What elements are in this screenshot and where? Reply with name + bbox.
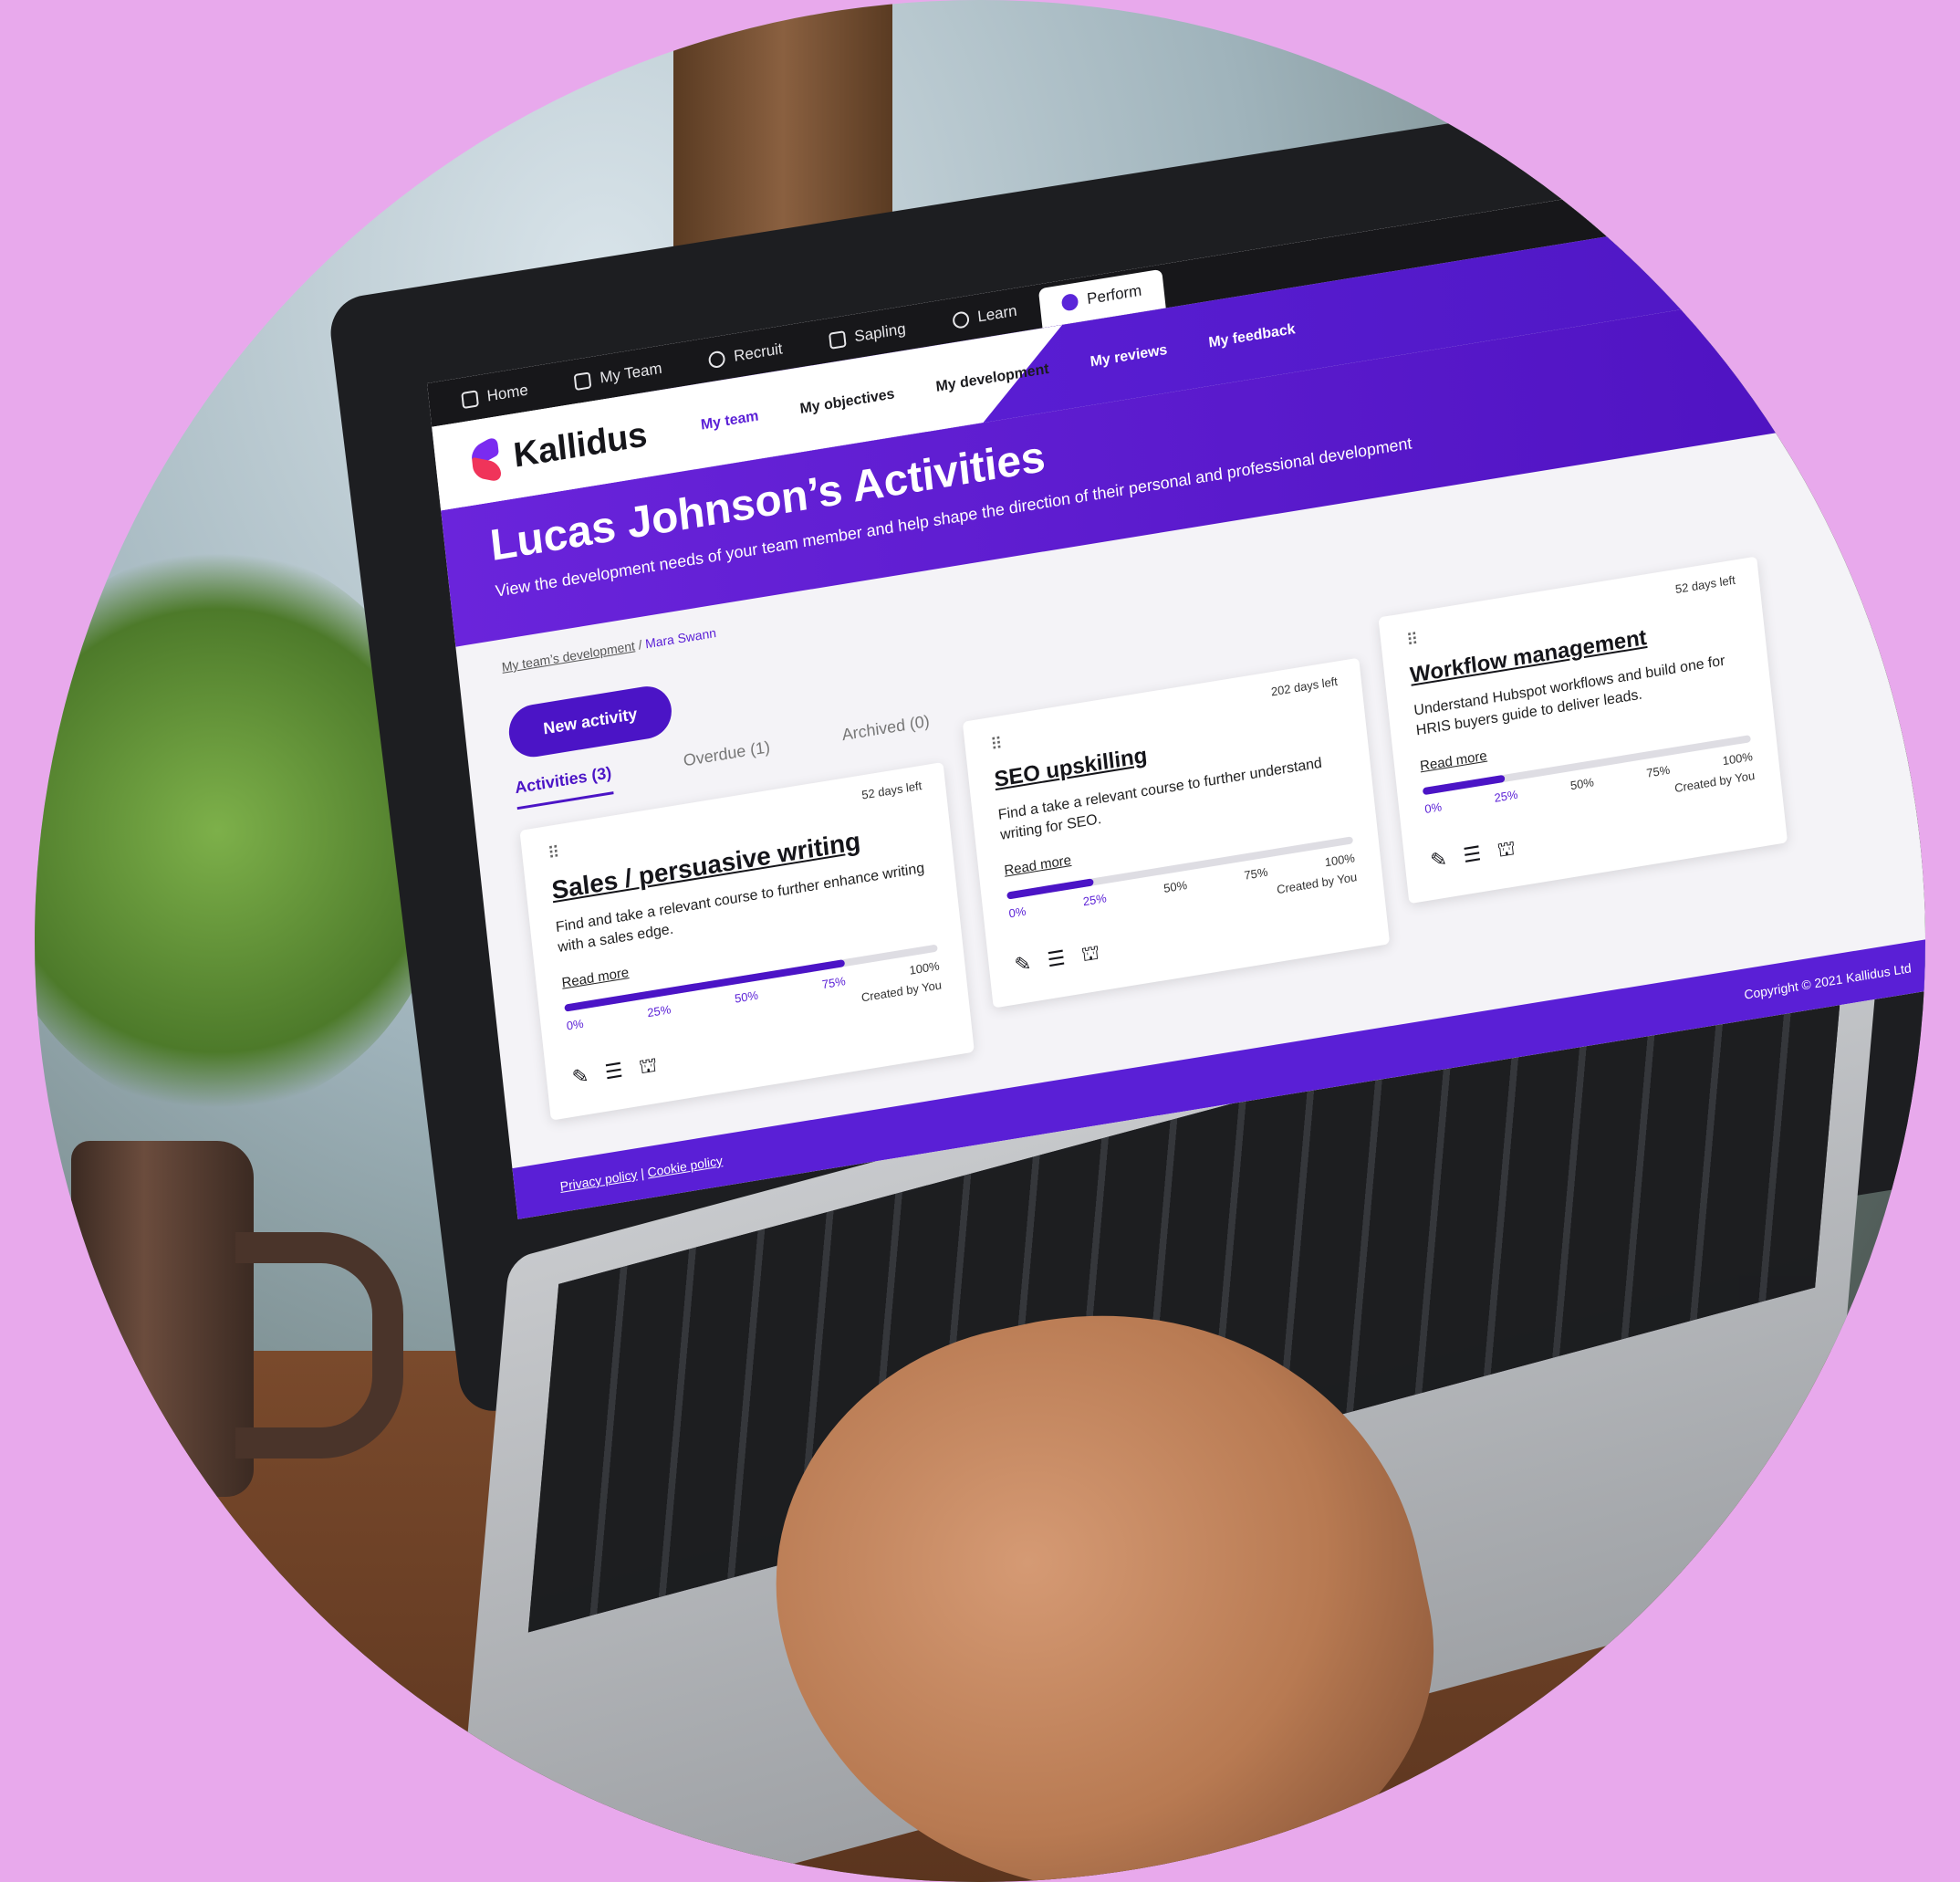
activity-card[interactable]: 52 days left ⠿ Workflow management Under…	[1378, 556, 1788, 904]
graduation-cap-icon[interactable]: ⛫	[1496, 836, 1517, 865]
team-icon	[574, 371, 592, 392]
tick-label: 50%	[1569, 774, 1595, 793]
tick-label: 100%	[1324, 850, 1356, 870]
footer-links: Privacy policy | Cookie policy	[559, 1153, 724, 1194]
subnav-my-feedback[interactable]: My feedback	[1208, 321, 1297, 351]
topnav-label: Learn	[976, 301, 1018, 326]
tick-label: 50%	[734, 988, 759, 1006]
footer-separator: |	[640, 1166, 645, 1181]
tick-label: 50%	[1162, 877, 1188, 895]
breadcrumb-separator: /	[637, 637, 643, 653]
sapling-icon	[828, 330, 847, 350]
learn-icon	[951, 310, 970, 330]
photo-background: Home My Team Recruit Sapling Learn Perfo…	[35, 0, 1925, 1882]
privacy-policy-link[interactable]: Privacy policy	[559, 1166, 638, 1194]
pencil-icon[interactable]: ✎	[571, 1063, 590, 1093]
card-actions: ✎ ☰ ⛫	[1429, 797, 1759, 876]
topnav-label: Recruit	[733, 340, 784, 365]
avatar	[1812, 155, 1851, 195]
copyright-text: Copyright © 2021 Kallidus Ltd	[1743, 960, 1913, 1002]
topnav-label: Perform	[1086, 281, 1143, 308]
read-more-link[interactable]: Read more	[1419, 748, 1487, 774]
tick-label: 25%	[1493, 787, 1519, 805]
tick-label: 75%	[821, 973, 847, 992]
tick-label: 25%	[1082, 891, 1108, 909]
coffee-mug-handle	[235, 1232, 403, 1459]
tick-label: 0%	[565, 1016, 585, 1033]
read-more-link[interactable]: Read more	[561, 965, 630, 991]
tick-label: 100%	[908, 958, 941, 978]
tick-label: 25%	[646, 1001, 672, 1020]
breadcrumb-current: Mara Swann	[644, 624, 717, 652]
tab-activities[interactable]: Activities (3)	[514, 763, 614, 810]
cookie-policy-link[interactable]: Cookie policy	[647, 1153, 724, 1179]
perform-icon	[1060, 292, 1079, 312]
tab-overdue[interactable]: Overdue (1)	[683, 737, 772, 782]
graduation-cap-icon[interactable]: ⛫	[1080, 940, 1101, 969]
new-activity-button[interactable]: New activity	[506, 682, 674, 761]
tab-archived[interactable]: Archived (0)	[841, 712, 932, 757]
kallidus-logo-icon	[470, 439, 505, 482]
topnav-label: Home	[485, 381, 529, 405]
tick-label: 100%	[1721, 748, 1754, 768]
tick-label: 75%	[1243, 864, 1269, 883]
breadcrumb-parent-link[interactable]: My team’s development	[501, 638, 635, 674]
coffee-mug	[71, 1141, 254, 1497]
graduation-cap-icon[interactable]: ⛫	[638, 1052, 659, 1082]
topnav-label: Sapling	[853, 319, 907, 346]
recruit-icon	[707, 350, 726, 370]
pencil-icon[interactable]: ✎	[1013, 951, 1032, 980]
pencil-icon[interactable]: ✎	[1429, 847, 1448, 876]
subnav-my-reviews[interactable]: My reviews	[1089, 342, 1168, 371]
topnav-label: My Team	[599, 359, 663, 387]
tick-label: 75%	[1645, 762, 1671, 780]
read-more-link[interactable]: Read more	[1004, 852, 1072, 879]
user-name: Maria DeBeau	[1724, 172, 1807, 200]
course-stack-icon[interactable]: ☰	[604, 1058, 625, 1087]
tick-label: 0%	[1423, 800, 1443, 816]
course-stack-icon[interactable]: ☰	[1046, 946, 1067, 975]
activity-card[interactable]: 52 days left ⠿ Sales / persuasive writin…	[519, 761, 975, 1121]
home-icon	[461, 390, 479, 410]
tick-label: 0%	[1007, 904, 1027, 921]
course-stack-icon[interactable]: ☰	[1462, 842, 1483, 871]
